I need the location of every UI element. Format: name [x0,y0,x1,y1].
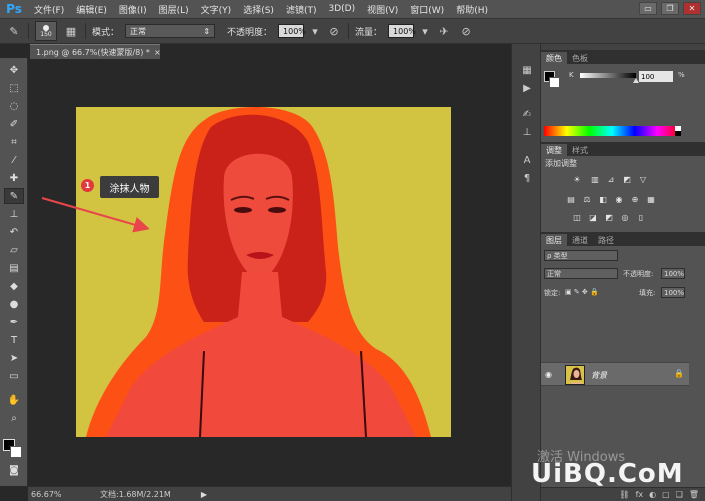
gradient-map-icon[interactable]: ▯ [635,212,647,223]
layer-name[interactable]: 背景 [591,370,607,381]
tab-color[interactable]: 颜色 [541,52,567,64]
zoom-level[interactable]: 66.67% [28,490,72,499]
color-balance-icon[interactable]: ⚖ [581,194,593,205]
color-lookup-icon[interactable]: ▦ [645,194,657,205]
layer-kind-filter[interactable]: ρ 类型 [544,250,618,261]
tab-channels[interactable]: 通道 [567,234,593,246]
layers-footer: ⛓ fx ◐ ▢ ❑ 🗑 [541,487,705,501]
adjustments-panel-tabs: 调整 样式 [541,142,705,156]
layer-mask-icon[interactable]: ▢ [662,490,670,499]
threshold-icon[interactable]: ◩ [603,212,615,223]
blend-mode-select[interactable]: 正常 [544,268,618,279]
color-spectrum-ramp[interactable] [544,126,680,136]
actions-panel-icon[interactable]: ▶ [518,80,536,96]
tab-paths[interactable]: 路径 [593,234,619,246]
k-channel-label: K [569,71,574,79]
posterize-icon[interactable]: ◪ [587,212,599,223]
k-channel-input[interactable]: 100 [639,71,673,82]
lock-label: 锁定: [544,289,561,297]
status-menu-arrow-icon[interactable]: ▶ [201,490,207,499]
layer-thumbnail-image [566,366,584,384]
new-layer-icon[interactable]: ❑ [676,490,683,499]
layer-row[interactable]: ◉ 背景 🔒 [541,362,689,386]
eye-icon[interactable]: ◉ [545,370,552,379]
add-adjustment-label: 添加调整 [545,159,577,168]
fill-input[interactable]: 100% [661,287,685,298]
exposure-icon[interactable]: ◩ [621,174,633,185]
link-layers-icon[interactable]: ⛓ [619,490,629,499]
paragraph-panel-icon[interactable]: ¶ [518,170,536,186]
adjustment-layer-icon[interactable]: ◐ [649,490,656,499]
layer-style-icon[interactable]: fx [636,490,644,499]
tab-swatches[interactable]: 色板 [567,52,593,64]
fill-label: 填充: [639,289,656,297]
lock-icons[interactable]: ▣ ✎ ✥ 🔒 [565,288,599,296]
black-white-ramp[interactable] [675,126,681,136]
layers-panel-tabs: 图层 通道 路径 [541,232,705,246]
k-channel-slider[interactable] [580,73,636,78]
document-size: 文档:1.68M/2.21M [100,489,171,499]
brightness-icon[interactable]: ☀ [571,174,583,185]
delete-layer-icon[interactable]: 🗑 [689,490,699,499]
layer-opacity-label: 不透明度: [623,270,654,278]
annotation-step-badge: 1 [81,179,94,192]
color-panel-tabs: 颜色 色板 [541,50,705,64]
lock-icon: 🔒 [674,369,684,378]
k-unit: % [678,71,685,79]
tab-layers[interactable]: 图层 [541,234,567,246]
curves-icon[interactable]: ⊿ [605,174,617,185]
panel-icon-dock: ▦ ▶ ✍ ⊥ A ¶ [511,44,541,501]
vibrance-icon[interactable]: ▽ [637,174,649,185]
color-panel-background-swatch[interactable] [549,77,560,88]
site-watermark: UiBQ.CoM [531,459,684,489]
black-white-icon[interactable]: ◧ [597,194,609,205]
hue-saturation-icon[interactable]: ▤ [565,194,577,205]
photo-filter-icon[interactable]: ◉ [613,194,625,205]
status-bar: 66.67% 文档:1.68M/2.21M ▶ [28,486,511,501]
invert-icon[interactable]: ◫ [571,212,583,223]
right-panels: 颜色 色板 K 100 % 调整 样式 添加调整 ☀ ▥ ⊿ ◩ ▽ ▤ ⚖ ◧… [541,44,705,501]
history-panel-icon[interactable]: ▦ [518,62,536,78]
clone-source-panel-icon[interactable]: ⊥ [518,124,536,140]
levels-icon[interactable]: ▥ [589,174,601,185]
brush-panel-icon[interactable]: ✍ [518,106,536,122]
layer-thumbnail [565,365,585,385]
channel-mixer-icon[interactable]: ⊕ [629,194,641,205]
tab-styles[interactable]: 样式 [567,144,593,156]
selective-color-icon[interactable]: ◎ [619,212,631,223]
character-panel-icon[interactable]: A [518,152,536,168]
annotation-label: 涂抹人物 [100,176,159,198]
layer-opacity-input[interactable]: 100% [661,268,685,279]
tab-adjustments[interactable]: 调整 [541,144,567,156]
